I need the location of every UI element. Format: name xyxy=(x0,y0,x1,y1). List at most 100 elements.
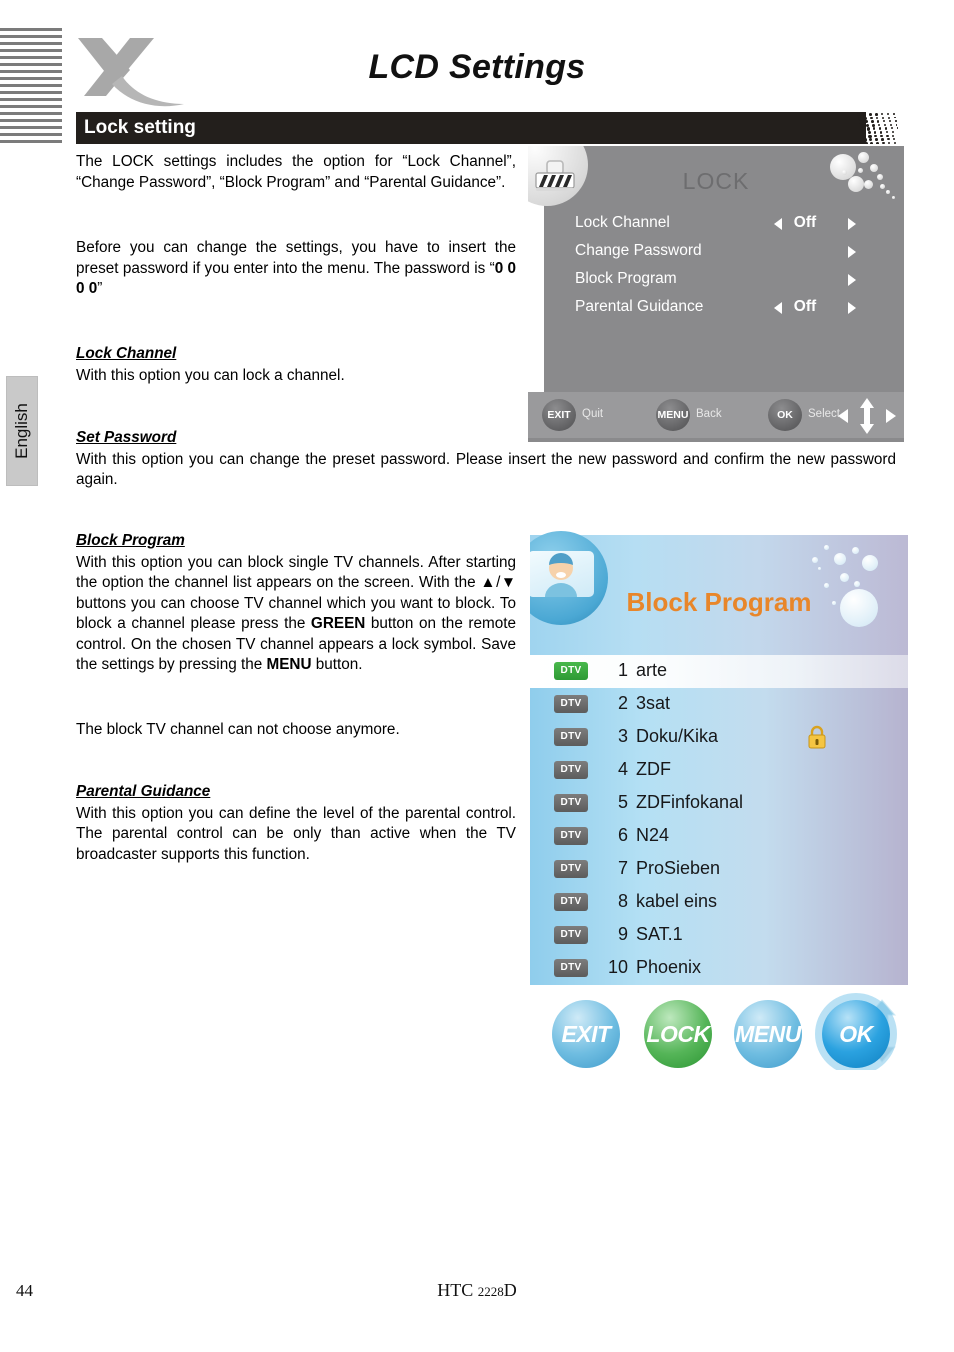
stripe-line xyxy=(0,98,62,101)
bubble xyxy=(832,601,836,605)
channel-row[interactable]: DTV 9 SAT.1 xyxy=(530,919,908,952)
dtv-badge: DTV xyxy=(554,761,588,779)
halftone-dot xyxy=(873,131,877,134)
lock-menu-item[interactable]: Parental Guidance Off xyxy=(528,296,904,324)
dtv-badge: DTV xyxy=(554,695,588,713)
channel-row[interactable]: DTV 6 N24 xyxy=(530,820,908,853)
language-tab-label: English xyxy=(12,403,31,459)
halftone-dot xyxy=(870,141,874,144)
channel-row[interactable]: DTV 3 Doku/Kika xyxy=(530,721,908,754)
right-arrow-icon[interactable] xyxy=(848,302,856,314)
dpad-icon xyxy=(836,398,898,434)
channel-row[interactable]: DTV 2 3sat xyxy=(530,688,908,721)
channel-name: arte xyxy=(636,660,668,680)
intro-p2-text-b: ” xyxy=(97,280,103,297)
halftone-dot xyxy=(885,131,888,134)
halftone-dot xyxy=(864,141,868,144)
halftone-dot xyxy=(893,138,896,141)
remote-button-exit[interactable]: EXIT xyxy=(552,1000,620,1068)
dtv-badge: DTV xyxy=(554,728,588,746)
channel-row[interactable]: DTV 8 kabel eins xyxy=(530,886,908,919)
remote-button-menu[interactable]: MENU xyxy=(734,1000,802,1068)
bubble xyxy=(852,547,859,554)
osd-key-action-label: Select xyxy=(808,408,840,420)
halftone-dot xyxy=(869,116,873,120)
block-program-text-c: button. xyxy=(311,656,363,673)
bubble xyxy=(858,168,863,173)
channel-name: ZDFinfokanal xyxy=(636,792,744,812)
halftone-dot xyxy=(878,127,882,130)
channel-row[interactable]: DTV 10 Phoenix xyxy=(530,952,908,985)
bubble xyxy=(892,196,895,199)
channel-number: 7 xyxy=(617,858,628,878)
intro-paragraph-1: The LOCK settings includes the option fo… xyxy=(76,153,516,191)
right-arrow-icon[interactable] xyxy=(848,246,856,258)
bubbles-decoration xyxy=(828,150,900,212)
halftone-dot xyxy=(893,116,896,119)
right-arrow-icon[interactable] xyxy=(848,274,856,286)
stripe-line xyxy=(0,35,62,38)
osd-key-ok[interactable]: OK xyxy=(768,399,802,431)
halftone-dot xyxy=(887,138,890,141)
channel-row[interactable]: DTV 1 arte xyxy=(530,655,908,688)
channel-name: Doku/Kika xyxy=(636,726,719,746)
stripe-line xyxy=(0,119,62,122)
channel-number: 3 xyxy=(617,726,628,746)
model-footer: HTC 2228D xyxy=(0,1280,954,1301)
halftone-dot xyxy=(896,127,899,130)
parental-guidance-text: With this option you can define the leve… xyxy=(76,804,516,863)
halftone-dot xyxy=(881,116,885,119)
remote-button-ok[interactable]: OK xyxy=(822,1000,890,1068)
stripe-line xyxy=(0,28,62,31)
bubble xyxy=(842,170,847,175)
remote-button-lock[interactable]: LOCK xyxy=(644,1000,712,1068)
stripe-line xyxy=(0,91,62,94)
menu-button-keyword: MENU xyxy=(266,656,312,673)
bubble xyxy=(824,545,829,550)
channel-list[interactable]: DTV 1 arte DTV 2 3sat DTV 3 Doku/Kika DTV 4 ZDF DTV 5… xyxy=(530,655,908,985)
dtv-badge: DTV xyxy=(554,860,588,878)
halftone-dot xyxy=(882,120,886,123)
halftone-dot xyxy=(875,138,879,142)
lock-menu-item-label: Lock Channel xyxy=(575,214,670,231)
halftone-dot xyxy=(881,113,884,116)
intro-p2-text-a: Before you can change the settings, you … xyxy=(76,239,516,277)
halftone-dot xyxy=(863,113,867,117)
halftone-dot xyxy=(875,113,878,116)
lock-icon xyxy=(806,725,828,749)
halftone-dot xyxy=(887,113,889,115)
halftone-dot xyxy=(882,141,885,144)
parental-guidance-block: Parental Guidance With this option you c… xyxy=(76,782,516,865)
lock-menu-item-value: Off xyxy=(793,298,817,315)
channel-name: 3sat xyxy=(636,693,671,713)
language-tab: English xyxy=(6,376,38,486)
osd-key-menu[interactable]: MENU xyxy=(656,399,690,431)
block-program-screenshot: Block Program DTV 1 arte DTV 2 3sat DTV 3 Doku/K… xyxy=(530,527,908,1070)
page-title: LCD Settings xyxy=(368,48,586,86)
avatar-screen xyxy=(530,551,594,597)
osd-key-exit[interactable]: EXIT xyxy=(542,399,576,431)
halftone-dot xyxy=(894,120,897,122)
channel-row[interactable]: DTV 5 ZDFinfokanal xyxy=(530,787,908,820)
osd-key-action-label: Back xyxy=(696,408,722,420)
stripe-line xyxy=(0,140,62,143)
halftone-dot xyxy=(883,123,886,127)
section-heading: Lock setting xyxy=(84,117,196,138)
halftone-dot xyxy=(870,120,874,124)
halftone-dot xyxy=(877,123,881,127)
bubble xyxy=(840,589,878,627)
remote-buttons-bar: EXIT LOCK MENU OK xyxy=(530,990,908,1070)
dtv-badge: DTV xyxy=(554,893,588,911)
channel-row[interactable]: DTV 4 ZDF xyxy=(530,754,908,787)
right-arrow-icon[interactable] xyxy=(848,218,856,230)
lock-menu-item[interactable]: Change Password xyxy=(528,240,904,268)
dtv-badge: DTV xyxy=(554,794,588,812)
lock-menu-item[interactable]: Lock Channel Off xyxy=(528,212,904,240)
channel-name: ProSieben xyxy=(636,858,721,878)
channel-row[interactable]: DTV 7 ProSieben xyxy=(530,853,908,886)
green-button-keyword: GREEN xyxy=(310,615,366,632)
lock-menu-item[interactable]: Block Program xyxy=(528,268,904,296)
channel-name: N24 xyxy=(636,825,670,845)
decorative-stripes xyxy=(0,28,62,148)
stripe-line xyxy=(0,105,62,108)
